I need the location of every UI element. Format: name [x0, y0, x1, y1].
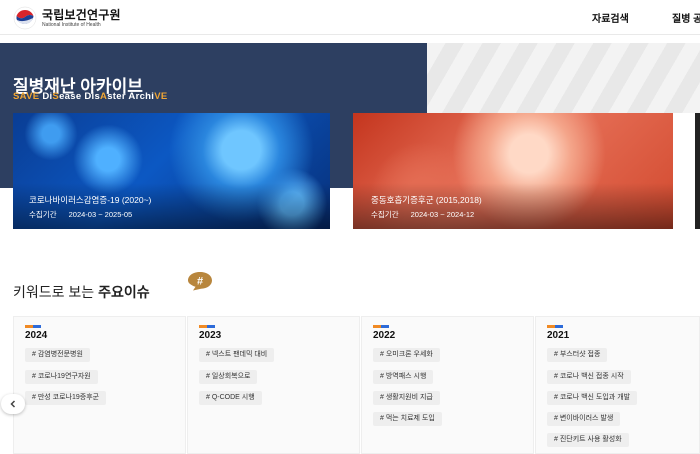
archive-card-mers[interactable]: 중동호흡기증후군 (2015,2018) 수집기간 2024-03 ~ 2024-…	[353, 113, 673, 229]
site-logo[interactable]: 국립보건연구원 National Institute of Health	[13, 6, 121, 30]
card-shade	[13, 183, 330, 229]
carousel-prev-button[interactable]	[1, 394, 25, 414]
keyword-column-2023: 2023 # 넥스트 팬데믹 대비 # 일상회복으로 # Q-CODE 시행	[187, 316, 360, 454]
keyword-column-2021: 2021 # 부스터샷 접종 # 코로나 백신 접종 시작 # 코로나 백신 도…	[535, 316, 700, 454]
year-label: 2024	[25, 330, 48, 341]
hash-symbol: #	[197, 275, 203, 287]
keyword-tag[interactable]: # 생활지원비 지급	[373, 391, 440, 405]
period-value: 2024-03 ~ 2024-12	[410, 210, 475, 219]
year-label: 2023	[199, 330, 222, 341]
hash-icon: #	[188, 272, 212, 291]
period-value: 2024-03 ~ 2025-05	[68, 210, 133, 219]
period-label: 수집기간	[371, 210, 399, 219]
card-title: 코로나바이러스감염증-19 (2020~)	[29, 195, 152, 205]
hero-stripe-decoration	[427, 43, 700, 113]
year-label: 2022	[373, 330, 396, 341]
keywords-title-prefix: 키워드로 보는	[13, 284, 99, 300]
keyword-column-2022: 2022 # 오미크론 우세화 # 방역패스 시행 # 생활지원비 지급 # 먹…	[361, 316, 534, 454]
keyword-tag[interactable]: # 코로나 백신 접종 시작	[547, 370, 631, 384]
keyword-tag[interactable]: # 변이바이러스 발생	[547, 412, 621, 426]
next-card-edge[interactable]	[695, 113, 700, 229]
subtitle-part: ease	[59, 91, 85, 102]
keyword-tag[interactable]: # 넥스트 팬데믹 대비	[199, 348, 275, 362]
card-period: 수집기간 2024-03 ~ 2024-12	[371, 209, 474, 220]
year-label: 2021	[547, 330, 570, 341]
keywords-title-bold: 주요이슈	[98, 284, 150, 300]
keyword-tag[interactable]: # 오미크론 우세화	[373, 348, 440, 362]
keyword-tag[interactable]: # 방역패스 시행	[373, 370, 434, 384]
year-accent-bar	[547, 325, 563, 328]
card-shade	[353, 183, 673, 229]
subtitle-part: Di	[42, 91, 53, 102]
logo-english-name: National Institute of Health	[42, 21, 101, 28]
subtitle-part: Archi	[128, 91, 155, 102]
keyword-tag[interactable]: # 코로나19연구자원	[25, 370, 98, 384]
nav-item-search[interactable]: 자료검색	[592, 10, 629, 25]
keyword-tag[interactable]: # 진단키트 사용 활성화	[547, 433, 629, 447]
keyword-tag[interactable]: # 코로나 백신 도입과 개발	[547, 391, 638, 405]
logo-korean-name: 국립보건연구원	[42, 7, 121, 22]
card-period: 수집기간 2024-03 ~ 2025-05	[29, 209, 132, 220]
card-title: 중동호흡기증후군 (2015,2018)	[371, 195, 482, 205]
subtitle-part: ster	[107, 91, 129, 102]
keyword-tag[interactable]: # 먹는 치료제 도입	[373, 412, 442, 426]
keyword-tag[interactable]: # 부스터샷 접종	[547, 348, 608, 362]
archive-card-covid19[interactable]: 코로나바이러스감염증-19 (2020~) 수집기간 2024-03 ~ 2025…	[13, 113, 330, 229]
period-label: 수집기간	[29, 210, 57, 219]
keywords-section-title: 키워드로 보는 주요이슈	[13, 282, 150, 302]
subtitle-part: Dis	[84, 91, 101, 102]
keyword-tag[interactable]: # 만성 코로나19증후군	[25, 391, 107, 405]
site-header: 국립보건연구원 National Institute of Health 자료검…	[0, 0, 700, 35]
year-accent-bar	[199, 325, 215, 328]
keyword-tag[interactable]: # Q-CODE 시행	[199, 391, 262, 405]
subtitle-part: SAVE	[13, 91, 43, 102]
keyword-tag[interactable]: # 감염병전문병원	[25, 348, 90, 362]
year-accent-bar	[373, 325, 389, 328]
year-accent-bar	[25, 325, 41, 328]
subtitle-part: VE	[154, 91, 168, 102]
government-emblem-icon	[13, 6, 37, 30]
keyword-column-2024: 2024 # 감염병전문병원 # 코로나19연구자원 # 만성 코로나19증후군	[13, 316, 186, 454]
archive-subtitle: SAVE DiSease DisAster ArchiVE	[13, 91, 168, 102]
keyword-tag[interactable]: # 일상회복으로	[199, 370, 258, 384]
chevron-left-icon	[10, 400, 16, 408]
nav-item-disease[interactable]: 질병 공	[672, 10, 700, 25]
